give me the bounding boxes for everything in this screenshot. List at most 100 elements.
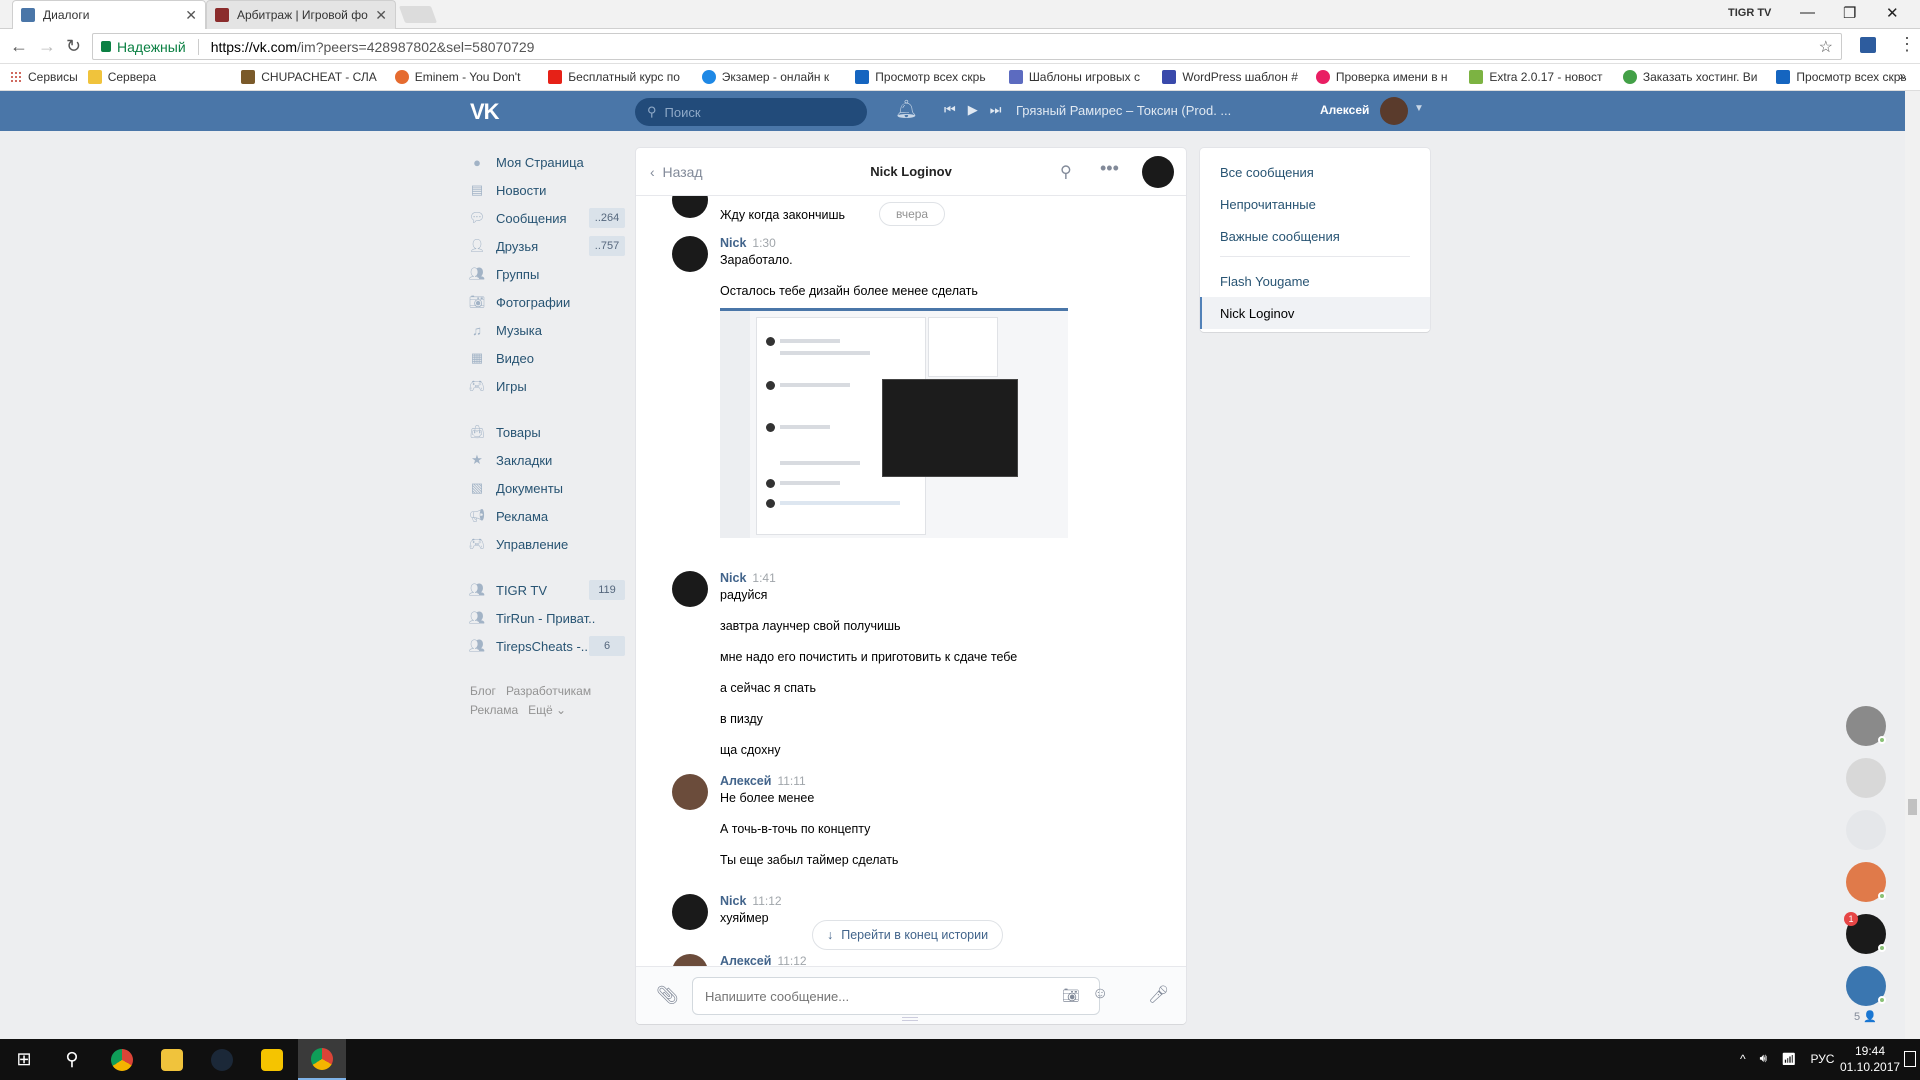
next-track-icon[interactable]: ⏭	[990, 102, 1002, 118]
bookmark-item[interactable]: Экзамер - онлайн к	[701, 70, 846, 84]
chat-contact-avatar[interactable]	[1846, 862, 1886, 902]
message-author[interactable]: Nick	[720, 236, 746, 250]
message-author[interactable]: Nick	[720, 571, 746, 585]
volume-icon[interactable]: 🔊︎	[1760, 1051, 1768, 1066]
filter-all-messages[interactable]: Все сообщения	[1200, 156, 1430, 188]
dialog-tab-flash-yougame[interactable]: Flash Yougame	[1200, 265, 1430, 297]
avatar[interactable]	[672, 236, 708, 272]
browser-menu-icon[interactable]: ⋮	[1898, 34, 1916, 55]
previous-track-icon[interactable]: ⏮	[944, 102, 956, 118]
system-clock[interactable]: 19:44 01.10.2017	[1840, 1043, 1900, 1075]
url-text[interactable]: https://vk.com/im?peers=428987802&sel=58…	[197, 38, 534, 55]
footer-link-developers[interactable]: Разработчикам	[506, 684, 591, 698]
microphone-icon[interactable]: 🎤︎	[1148, 985, 1170, 1005]
more-options-icon[interactable]: •••	[1100, 158, 1119, 179]
avatar[interactable]	[672, 571, 708, 607]
menu-item[interactable]: ♫ Музыка	[470, 316, 625, 344]
start-button[interactable]: ⊞	[0, 1039, 48, 1080]
bookmark-item[interactable]: Бесплатный курс по	[548, 70, 692, 84]
taskbar-chrome[interactable]	[98, 1039, 146, 1080]
bookmark-item[interactable]: Проверка имени в н	[1315, 70, 1460, 84]
vk-search-input[interactable]: ⚲ Поиск	[635, 98, 867, 126]
menu-item[interactable]: 💬︎ Сообщения ..264	[469, 204, 625, 232]
close-tab-icon[interactable]: ✕	[375, 7, 387, 24]
menu-item[interactable]: ▤ Новости	[470, 176, 625, 204]
bookmark-item[interactable]: Шаблоны игровых с	[1008, 70, 1153, 84]
jump-to-end-button[interactable]: ↓ Перейти в конец истории	[812, 920, 1004, 950]
header-user-name[interactable]: Алексей	[1320, 103, 1369, 117]
language-indicator[interactable]: РУС	[1810, 1052, 1834, 1066]
menu-item[interactable]: ★ Закладки	[470, 446, 625, 474]
tab-dialogs[interactable]: Диалоги ✕	[12, 0, 206, 29]
close-window-icon[interactable]: ✕	[1886, 4, 1899, 22]
camera-icon[interactable]: 📷︎	[1062, 987, 1080, 1004]
bookmark-apps[interactable]: Сервисы	[10, 70, 78, 84]
chat-contact-avatar[interactable]	[1846, 706, 1886, 746]
menu-item[interactable]: ▧ Документы	[470, 474, 625, 502]
python-group-avatar[interactable]	[1846, 966, 1886, 1006]
current-track-title[interactable]: Грязный Рамирес – Токсин (Prod. ...	[1016, 103, 1236, 118]
chevron-up-icon[interactable]: ^	[1740, 1052, 1746, 1066]
bookmarks-overflow-icon[interactable]: »	[1899, 69, 1906, 83]
reload-icon[interactable]: ↻	[66, 36, 81, 57]
footer-link-more[interactable]: Ещё ⌄	[528, 703, 566, 717]
search-button[interactable]: ⚲	[48, 1039, 96, 1080]
bookmark-item[interactable]: Eminem - You Don't	[394, 70, 539, 84]
menu-item[interactable]: 🎮︎ Управление	[469, 530, 625, 558]
close-tab-icon[interactable]: ✕	[185, 7, 197, 24]
taskbar-cheat-app[interactable]	[248, 1039, 296, 1080]
extension-icon[interactable]	[1860, 37, 1876, 53]
browser-profile-name[interactable]: TIGR TV	[1728, 7, 1771, 19]
menu-item[interactable]: 📢︎ Реклама	[469, 502, 625, 530]
taskbar-steam[interactable]	[198, 1039, 246, 1080]
network-icon[interactable]: 📶︎	[1781, 1052, 1796, 1066]
menu-item[interactable]: 👥︎ TIGR TV 119	[469, 576, 625, 604]
menu-item[interactable]: 👥︎ TirRun - Приват..	[469, 604, 625, 632]
new-tab-button[interactable]	[398, 6, 438, 23]
page-scrollbar[interactable]	[1905, 91, 1920, 1039]
restore-icon[interactable]: ❐	[1843, 4, 1856, 22]
taskbar-explorer[interactable]	[148, 1039, 196, 1080]
scrollbar-thumb[interactable]	[1908, 799, 1917, 815]
footer-link-blog[interactable]: Блог	[470, 684, 496, 698]
menu-item[interactable]: 👤︎ Друзья ..757	[469, 232, 625, 260]
menu-item[interactable]: 👜︎ Товары	[469, 418, 625, 446]
message-history[interactable]: Жду когда закончишь вчера Nick 1:30 Зараб…	[636, 196, 1186, 966]
chat-contact-avatar[interactable]	[1846, 810, 1886, 850]
emoji-icon[interactable]: ☺	[1092, 985, 1108, 1003]
avatar[interactable]	[672, 954, 708, 966]
chevron-down-icon[interactable]: ▼	[1414, 103, 1424, 114]
header-avatar[interactable]	[1380, 97, 1408, 125]
taskbar-chrome-active[interactable]	[298, 1039, 346, 1080]
menu-item[interactable]: ▦ Видео	[470, 344, 625, 372]
peer-avatar[interactable]	[1142, 156, 1174, 188]
menu-item[interactable]: 👥︎ Группы	[469, 260, 625, 288]
back-arrow-icon[interactable]: ←	[10, 36, 28, 57]
resize-handle[interactable]	[902, 1017, 918, 1021]
menu-item[interactable]: ● Моя Страница	[470, 148, 625, 176]
bookmark-star-icon[interactable]: ☆	[1819, 37, 1833, 57]
bookmark-item[interactable]: CHUPACHEAT - СЛА	[241, 70, 385, 84]
bookmark-item[interactable]: Extra 2.0.17 - новост	[1469, 70, 1613, 84]
search-icon[interactable]: ⚲	[1060, 162, 1072, 182]
filter-important[interactable]: Важные сообщения	[1200, 220, 1430, 252]
play-icon[interactable]: ▶	[968, 102, 978, 118]
secure-indicator[interactable]: Надежный	[101, 39, 186, 55]
message-author[interactable]: Алексей	[720, 774, 771, 788]
menu-item[interactable]: 👥︎ TirepsCheats -.. 6	[469, 632, 625, 660]
vk-logo[interactable]: VK	[470, 99, 500, 125]
bookmark-item[interactable]: Сервера	[87, 70, 232, 84]
bookmark-item[interactable]: Заказать хостинг. Ви	[1622, 70, 1767, 84]
filter-unread[interactable]: Непрочитанные	[1200, 188, 1430, 220]
menu-item[interactable]: 🎮︎ Игры	[469, 372, 625, 400]
message-input[interactable]	[692, 977, 1100, 1015]
notifications-bell-icon[interactable]: 🔔︎	[895, 99, 918, 120]
footer-link-ads[interactable]: Реклама	[470, 703, 518, 717]
paperclip-icon[interactable]: 📎︎	[656, 985, 679, 1006]
tab-arbitrage[interactable]: Арбитраж | Игровой фо ✕	[206, 0, 396, 29]
chat-contact-avatar[interactable]	[1846, 758, 1886, 798]
attached-screenshot-image[interactable]	[720, 308, 1068, 538]
message-author[interactable]: Алексей	[720, 954, 771, 966]
message-author[interactable]: Nick	[720, 894, 746, 908]
chat-contact-avatar[interactable]: 1	[1844, 912, 1886, 954]
